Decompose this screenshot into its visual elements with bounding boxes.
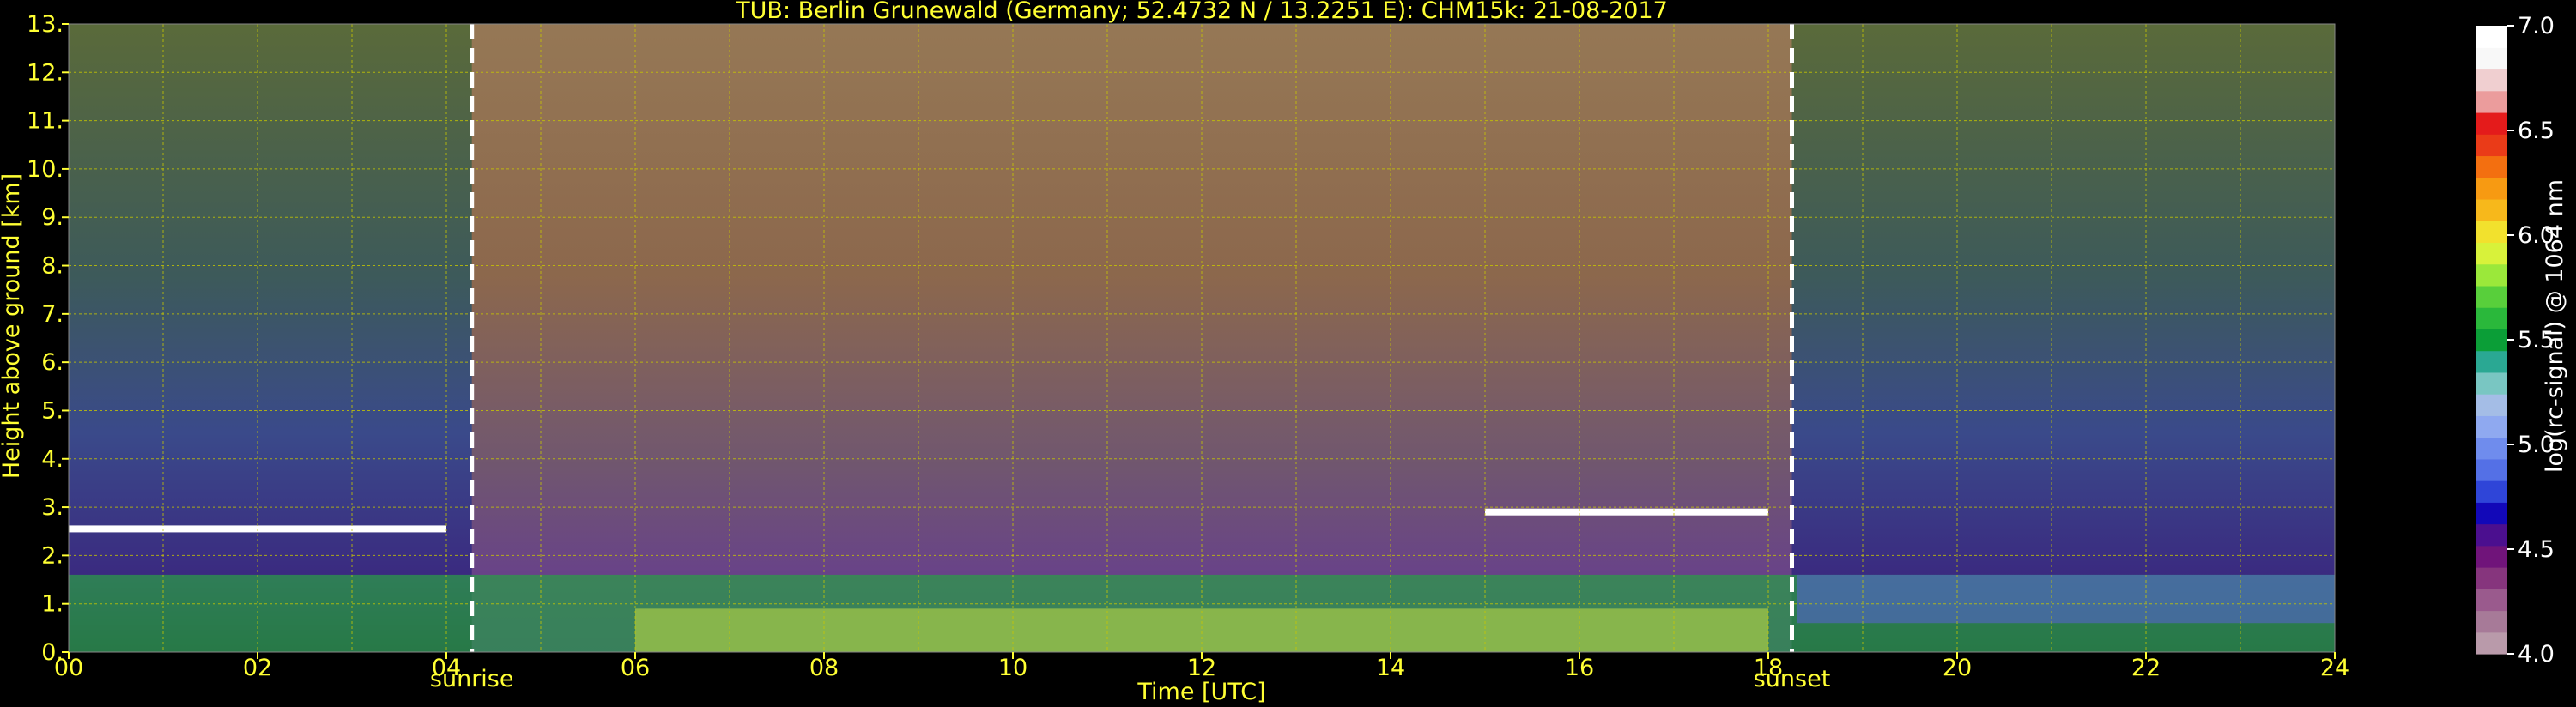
colorbar-segment bbox=[2476, 631, 2507, 655]
y-tick-label: 3. bbox=[41, 494, 64, 521]
colorbar-segment bbox=[2476, 177, 2507, 200]
colorbar-segment bbox=[2476, 134, 2507, 157]
colorbar-segment bbox=[2476, 285, 2507, 308]
colorbar-segment bbox=[2476, 458, 2507, 481]
x-tick-label: 24 bbox=[2320, 655, 2349, 681]
night-residual-band bbox=[1797, 574, 2335, 624]
x-tick-label: 12 bbox=[1187, 655, 1216, 681]
colorbar-segment bbox=[2476, 47, 2507, 70]
colorbar-segment bbox=[2476, 263, 2507, 287]
colorbar-segment bbox=[2476, 523, 2507, 547]
colorbar-label: log(rc-signal) @ 1064 nm bbox=[2542, 179, 2568, 473]
colorbar-tick-label: 4.0 bbox=[2518, 641, 2555, 668]
x-axis-ticks: 00 02 04 06 08 10 12 14 16 18 20 22 24 bbox=[54, 652, 2349, 681]
ceilometer-figure: sunrise sunset 00 02 04 06 08 10 12 14 16 18 20 22 24… bbox=[0, 0, 2568, 705]
colorbar-segment bbox=[2476, 155, 2507, 178]
colorbar-segment bbox=[2476, 610, 2507, 633]
colorbar-segment bbox=[2476, 545, 2507, 568]
y-tick-label: 5. bbox=[41, 397, 64, 424]
colorbar-segment bbox=[2476, 350, 2507, 373]
aerosol-band bbox=[635, 608, 1768, 652]
colorbar-segment bbox=[2476, 198, 2507, 221]
colorbar-segment bbox=[2476, 589, 2507, 612]
y-tick-label: 13. bbox=[27, 11, 64, 38]
x-tick-label: 06 bbox=[621, 655, 650, 681]
x-tick-label: 22 bbox=[2131, 655, 2161, 681]
colorbar-segment bbox=[2476, 112, 2507, 135]
colorbar-segment bbox=[2476, 26, 2507, 48]
y-tick-label: 0. bbox=[41, 639, 64, 666]
x-tick-label: 08 bbox=[809, 655, 839, 681]
y-tick-label: 9. bbox=[41, 204, 64, 231]
colorbar-segment bbox=[2476, 242, 2507, 265]
x-tick-label: 02 bbox=[243, 655, 272, 681]
colorbar-tick-label: 6.5 bbox=[2518, 118, 2555, 144]
colorbar-segment bbox=[2476, 567, 2507, 589]
colorbar-segment bbox=[2476, 437, 2507, 460]
colorbar bbox=[2476, 26, 2507, 655]
cloud-layer-1 bbox=[1485, 508, 1768, 516]
y-tick-label: 2. bbox=[41, 542, 64, 569]
daylight-noise-region bbox=[471, 24, 1792, 652]
chart-title: TUB: Berlin Grunewald (Germany; 52.4732 … bbox=[735, 0, 1668, 24]
y-tick-label: 7. bbox=[41, 301, 64, 328]
x-tick-label: 04 bbox=[432, 655, 461, 681]
colorbar-segment bbox=[2476, 69, 2507, 92]
y-axis-ticks: 0. 1. 2. 3. 4. 5. 6. 7. 8. 9. 10. 11. 12. 13. bbox=[27, 11, 69, 666]
y-tick-label: 4. bbox=[41, 446, 64, 473]
colorbar-segment bbox=[2476, 372, 2507, 395]
colorbar-tick-label: 7.0 bbox=[2518, 13, 2555, 39]
colorbar-segment bbox=[2476, 394, 2507, 416]
colorbar-segment bbox=[2476, 90, 2507, 113]
colorbar-segment bbox=[2476, 480, 2507, 503]
plot-area: sunrise sunset bbox=[68, 23, 2336, 692]
y-tick-label: 8. bbox=[41, 253, 64, 280]
colorbar-segment bbox=[2476, 221, 2507, 244]
y-tick-label: 6. bbox=[41, 349, 64, 376]
y-tick-label: 12. bbox=[27, 59, 64, 86]
x-tick-label: 16 bbox=[1565, 655, 1594, 681]
y-axis-label: Height above ground [km] bbox=[0, 173, 25, 479]
colorbar-segment bbox=[2476, 502, 2507, 525]
x-tick-label: 18 bbox=[1754, 655, 1783, 681]
y-tick-label: 10. bbox=[27, 156, 64, 183]
x-axis-label: Time [UTC] bbox=[1136, 679, 1265, 705]
y-tick-label: 11. bbox=[27, 108, 64, 135]
y-tick-label: 1. bbox=[41, 591, 64, 618]
x-tick-label: 14 bbox=[1376, 655, 1405, 681]
x-tick-label: 20 bbox=[1943, 655, 1972, 681]
colorbar-segment bbox=[2476, 307, 2507, 329]
colorbar-segment bbox=[2476, 329, 2507, 352]
x-tick-label: 10 bbox=[998, 655, 1027, 681]
colorbar-segment bbox=[2476, 415, 2507, 438]
colorbar-tick-label: 4.5 bbox=[2518, 536, 2555, 563]
